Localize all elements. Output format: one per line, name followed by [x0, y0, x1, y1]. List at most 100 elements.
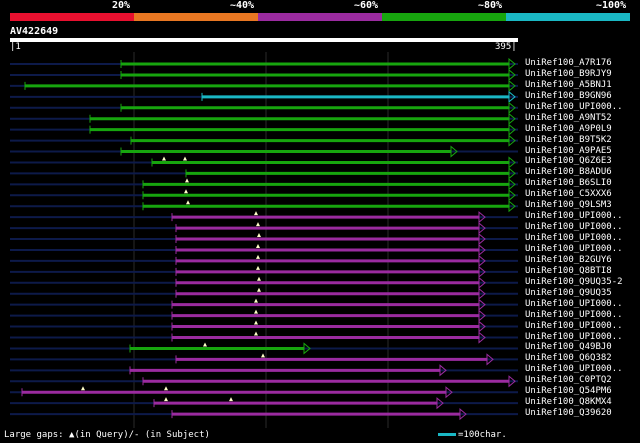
query-gap-marker	[254, 320, 258, 325]
hit-label[interactable]: UniRef100_UPI000..	[525, 299, 623, 310]
hit-row[interactable]	[10, 167, 518, 180]
identity-scale-legend: 20% ~40% ~60% ~80% ~100%	[0, 0, 640, 25]
query-gap-marker	[254, 211, 258, 216]
scale-swatch	[438, 433, 456, 436]
hit-row[interactable]	[10, 254, 518, 267]
scale-bar-80	[382, 13, 506, 21]
scale-bar-60	[258, 13, 382, 21]
query-gap-marker	[184, 189, 188, 194]
query-gap-marker	[257, 276, 261, 281]
hit-label[interactable]: UniRef100_A9P0L9	[525, 124, 612, 135]
scale-tick-20: 20%	[112, 0, 131, 11]
hit-row[interactable]	[10, 276, 518, 289]
hit-label[interactable]: UniRef100_A7R176	[525, 58, 612, 69]
query-gap-marker	[256, 254, 260, 259]
hit-label[interactable]: UniRef100_UPI000..	[525, 233, 623, 244]
query-gap-marker	[256, 243, 260, 248]
hit-row[interactable]	[10, 243, 518, 257]
hit-row[interactable]	[10, 364, 518, 377]
hit-label[interactable]: UniRef100_Q9LSM3	[525, 200, 612, 211]
hit-label[interactable]: UniRef100_B6SLI0	[525, 178, 612, 189]
hit-row[interactable]	[10, 265, 518, 278]
hit-row[interactable]	[10, 331, 518, 344]
hit-row[interactable]	[10, 342, 518, 355]
scale-bar-100	[506, 13, 630, 21]
query-gap-marker	[164, 386, 168, 391]
scale-legend-text: =100char.	[458, 430, 507, 440]
hit-row[interactable]	[10, 189, 518, 202]
hit-label[interactable]: UniRef100_B2GUY6	[525, 255, 612, 266]
scale-tick-60: ~60%	[354, 0, 379, 11]
query-gap-marker	[254, 331, 258, 336]
scale-tick-100: ~100%	[596, 0, 627, 11]
hit-label[interactable]: UniRef100_A5BNJ1	[525, 80, 612, 91]
hit-row[interactable]	[10, 211, 518, 224]
hit-label[interactable]: UniRef100_UPI000..	[525, 321, 623, 332]
hit-label[interactable]: UniRef100_UPI000..	[525, 310, 623, 321]
hit-row[interactable]	[10, 156, 518, 169]
scale-tick-80: ~80%	[478, 0, 503, 11]
hit-label[interactable]: UniRef100_A9NT52	[525, 113, 612, 124]
hit-label[interactable]: UniRef100_B8ADU6	[525, 167, 612, 178]
hit-row[interactable]	[10, 57, 518, 71]
query-gap-marker	[256, 265, 260, 270]
hit-row[interactable]	[10, 178, 518, 191]
query-gap-marker	[229, 397, 233, 402]
hit-row[interactable]	[10, 145, 518, 158]
hit-label[interactable]: UniRef100_UPI000..	[525, 222, 623, 233]
hit-label[interactable]: UniRef100_Q39620	[525, 408, 612, 419]
hit-row[interactable]	[10, 386, 518, 399]
hit-row[interactable]	[10, 112, 518, 125]
hit-label[interactable]: UniRef100_A9PAE5	[525, 146, 612, 157]
query-bar	[10, 38, 518, 42]
query-gap-marker	[186, 200, 190, 205]
hit-label[interactable]: UniRef100_UPI000..	[525, 244, 623, 255]
scale-legend: =100char.	[438, 430, 507, 440]
hit-label[interactable]: UniRef100_Q9UQ35-2	[525, 277, 623, 288]
query-start-label: |1	[10, 42, 21, 52]
hit-row[interactable]	[10, 101, 518, 114]
hit-label[interactable]: UniRef100_UPI000..	[525, 364, 623, 375]
hit-label[interactable]: UniRef100_B9RJY9	[525, 69, 612, 80]
hit-row[interactable]	[10, 397, 518, 410]
hit-label[interactable]: UniRef100_Q49BJ0	[525, 342, 612, 353]
hit-row[interactable]	[10, 200, 518, 213]
query-gap-marker	[257, 287, 261, 292]
hit-label[interactable]: UniRef100_Q6Q382	[525, 353, 612, 364]
query-end-label: 395|	[495, 42, 517, 52]
hit-row[interactable]	[10, 287, 518, 300]
hit-row[interactable]	[10, 123, 518, 136]
hit-label[interactable]: UniRef100_Q54PM6	[525, 386, 612, 397]
query-gap-marker	[164, 397, 168, 402]
hit-row[interactable]	[10, 375, 518, 388]
gaps-legend: Large gaps: ▲(in Query)/- (in Subject)	[4, 430, 210, 440]
hit-label[interactable]: UniRef100_UPI000..	[525, 332, 623, 343]
hit-row[interactable]	[10, 90, 518, 103]
query-gap-marker	[185, 178, 189, 183]
hit-label[interactable]: UniRef100_C0PTQ2	[525, 375, 612, 386]
hit-row[interactable]	[10, 68, 518, 82]
query-gap-marker	[203, 342, 207, 347]
query-gap-marker	[183, 156, 187, 161]
hit-row[interactable]	[10, 408, 518, 421]
hit-label[interactable]: UniRef100_Q8KMX4	[525, 397, 612, 408]
hit-label[interactable]: UniRef100_C5XXX6	[525, 189, 612, 200]
hit-row[interactable]	[10, 134, 518, 147]
hit-row[interactable]	[10, 309, 518, 322]
hit-row[interactable]	[10, 353, 518, 366]
query-gap-marker	[257, 233, 261, 238]
hit-label[interactable]: UniRef100_Q6Z6E3	[525, 156, 612, 167]
query-gap-marker	[256, 222, 260, 227]
hit-label[interactable]: UniRef100_B9T5K2	[525, 135, 612, 146]
hit-label[interactable]: UniRef100_UPI000..	[525, 211, 623, 222]
hit-row[interactable]	[10, 222, 518, 235]
hit-label[interactable]: UniRef100_Q8BTI8	[525, 266, 612, 277]
query-gap-marker	[254, 298, 258, 303]
hit-row[interactable]	[10, 320, 518, 333]
hit-label[interactable]: UniRef100_B9GN96	[525, 91, 612, 102]
hit-row[interactable]	[10, 232, 518, 246]
hit-label[interactable]: UniRef100_UPI000..	[525, 102, 623, 113]
hit-label[interactable]: UniRef100_Q9UQ35	[525, 288, 612, 299]
hit-row[interactable]	[10, 79, 518, 92]
hit-row[interactable]	[10, 298, 518, 311]
